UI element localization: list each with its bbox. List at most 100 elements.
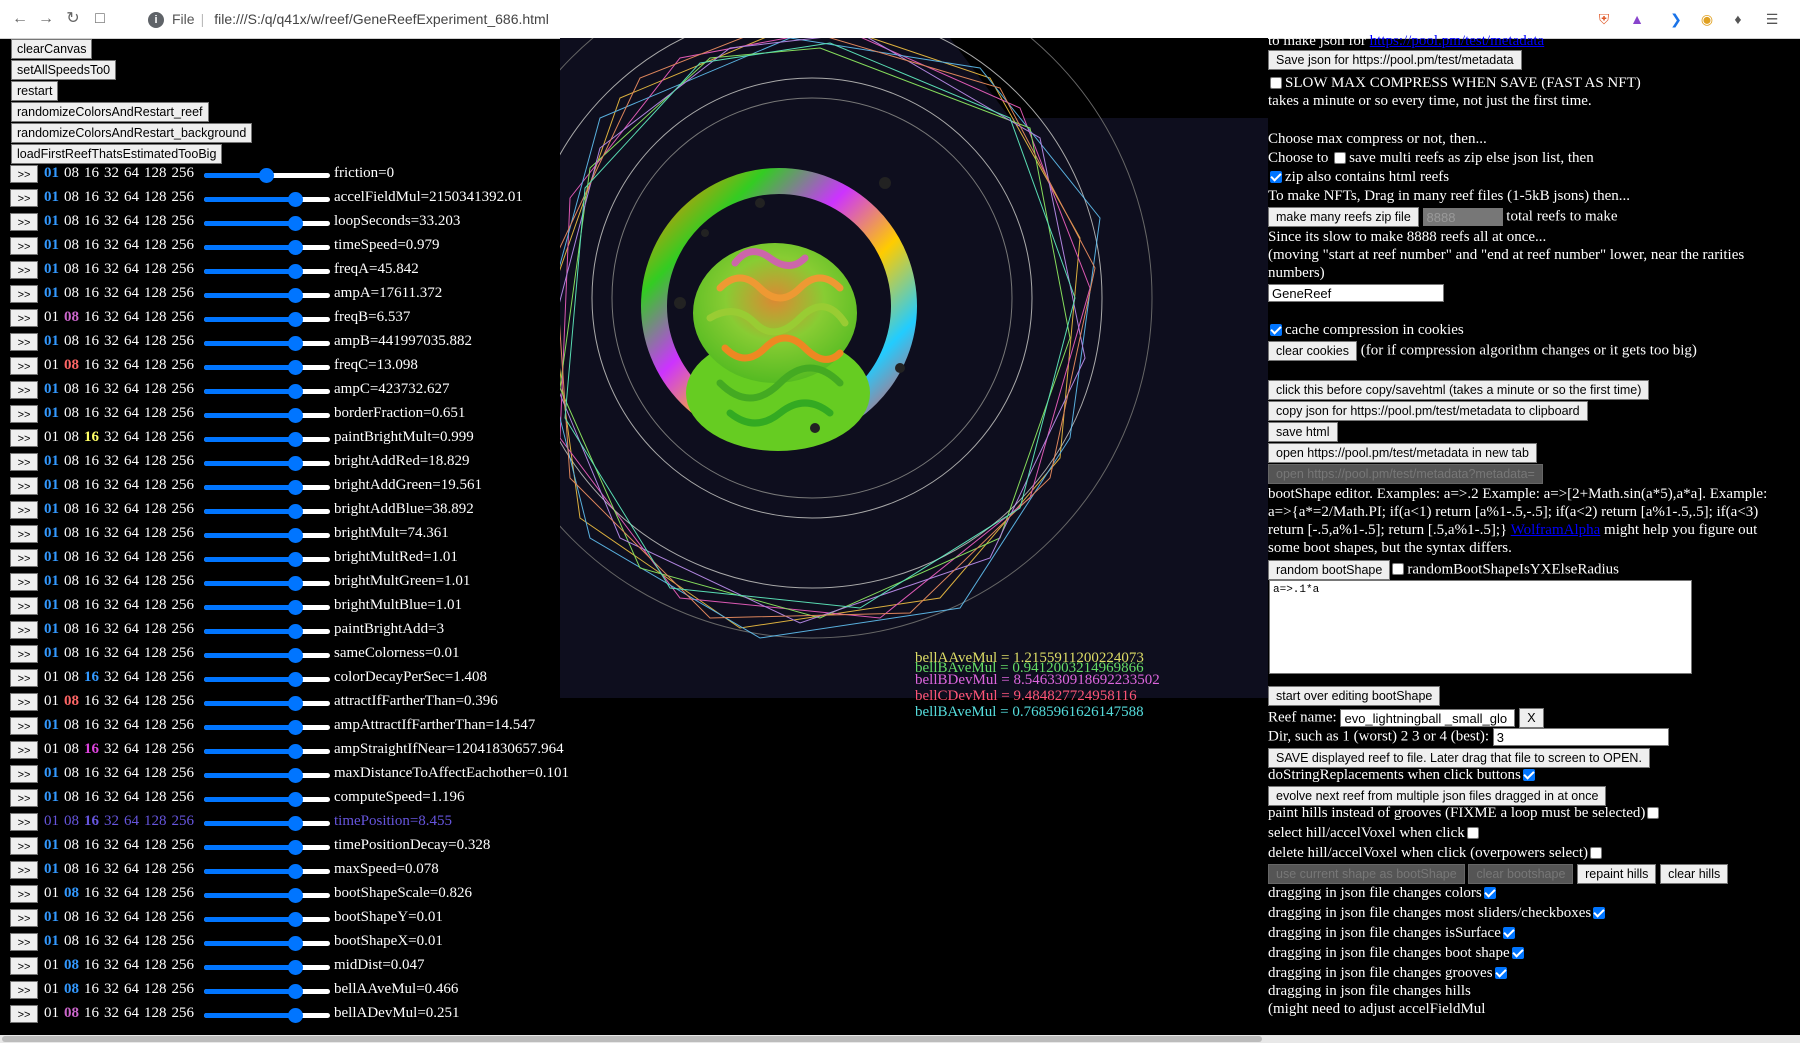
bit-toggle[interactable]: 128 <box>144 237 167 253</box>
bit-toggle[interactable]: 01 <box>44 621 59 637</box>
slider-go-button[interactable]: >> <box>10 981 38 999</box>
bit-toggle[interactable]: 16 <box>84 1005 99 1021</box>
save-html-button[interactable]: save html <box>1268 422 1338 442</box>
bit-toggle[interactable]: 64 <box>124 237 139 253</box>
repaint-hills-button[interactable]: repaint hills <box>1577 864 1657 884</box>
slider-track[interactable] <box>204 768 330 783</box>
paint-hills-checkbox[interactable] <box>1647 806 1660 819</box>
slider-thumb[interactable] <box>258 168 274 183</box>
bit-toggle[interactable]: 256 <box>172 357 195 373</box>
bit-toggle[interactable]: 32 <box>104 285 119 301</box>
bit-toggle[interactable]: 01 <box>44 165 59 181</box>
slider-thumb[interactable] <box>287 744 303 759</box>
slider-track[interactable] <box>204 504 330 519</box>
bit-toggle[interactable]: 32 <box>104 381 119 397</box>
bit-toggle[interactable]: 01 <box>44 837 59 853</box>
bit-toggle[interactable]: 128 <box>144 645 167 661</box>
slider-thumb[interactable] <box>287 528 303 543</box>
bootshape-textarea[interactable]: a=>.1*a <box>1269 580 1692 674</box>
bit-toggle[interactable]: 128 <box>144 189 167 205</box>
bit-toggle[interactable]: 01 <box>44 261 59 277</box>
bit-toggle[interactable]: 32 <box>104 933 119 949</box>
slider-track[interactable] <box>204 648 330 663</box>
bit-toggle[interactable]: 32 <box>104 237 119 253</box>
slider-track[interactable] <box>204 216 330 231</box>
bit-toggle[interactable]: 08 <box>64 309 79 325</box>
bit-toggle[interactable]: 128 <box>144 885 167 901</box>
bit-toggle[interactable]: 08 <box>64 885 79 901</box>
bit-toggle[interactable]: 256 <box>172 309 195 325</box>
bit-toggle[interactable]: 01 <box>44 741 59 757</box>
bit-toggle[interactable]: 64 <box>124 909 139 925</box>
bit-toggle[interactable]: 128 <box>144 285 167 301</box>
bit-toggle[interactable]: 256 <box>172 957 195 973</box>
randomize-reef-button[interactable]: randomizeColorsAndRestart_reef <box>11 102 209 122</box>
reef-name-clear-button[interactable]: X <box>1519 708 1544 728</box>
bit-toggle[interactable]: 32 <box>104 501 119 517</box>
slider-thumb[interactable] <box>287 432 303 447</box>
slider-track[interactable] <box>204 960 330 975</box>
cache-compression-checkbox[interactable] <box>1270 323 1282 336</box>
save-json-button[interactable]: Save json for https://pool.pm/test/metad… <box>1268 50 1522 70</box>
bit-toggle[interactable]: 32 <box>104 477 119 493</box>
bit-toggle[interactable]: 08 <box>64 381 79 397</box>
bit-toggle[interactable]: 01 <box>44 909 59 925</box>
bit-toggle[interactable]: 64 <box>124 453 139 469</box>
set-all-speeds-button[interactable]: setAllSpeedsTo0 <box>11 60 117 80</box>
bit-toggle[interactable]: 01 <box>44 549 59 565</box>
delete-hill-checkbox[interactable] <box>1590 846 1603 859</box>
bit-toggle[interactable]: 01 <box>44 765 59 781</box>
reef-name-input[interactable]: evo_lightningball _small_glo <box>1340 709 1516 727</box>
bit-toggle[interactable]: 16 <box>84 261 99 277</box>
slider-track[interactable] <box>204 576 330 591</box>
slider-thumb[interactable] <box>287 216 303 231</box>
slider-thumb[interactable] <box>287 192 303 207</box>
load-first-reef-button[interactable]: loadFirstReefThatsEstimatedTooBig <box>11 144 223 164</box>
slider-thumb[interactable] <box>287 504 303 519</box>
bit-toggle[interactable]: 08 <box>64 741 79 757</box>
bit-toggle[interactable]: 256 <box>172 213 195 229</box>
bit-toggle[interactable]: 16 <box>84 525 99 541</box>
slider-thumb[interactable] <box>287 696 303 711</box>
bit-toggle[interactable]: 32 <box>104 645 119 661</box>
bit-toggle[interactable]: 01 <box>44 981 59 997</box>
bit-toggle[interactable]: 32 <box>104 213 119 229</box>
slider-go-button[interactable]: >> <box>10 813 38 831</box>
slider-track[interactable] <box>204 864 330 879</box>
slider-go-button[interactable]: >> <box>10 381 38 399</box>
slider-thumb[interactable] <box>287 240 303 255</box>
bit-toggle[interactable]: 08 <box>64 597 79 613</box>
bit-toggle[interactable]: 128 <box>144 573 167 589</box>
slider-track[interactable] <box>204 936 330 951</box>
bit-toggle[interactable]: 32 <box>104 189 119 205</box>
bit-toggle[interactable]: 16 <box>84 357 99 373</box>
bit-toggle[interactable]: 16 <box>84 885 99 901</box>
slider-track[interactable] <box>204 168 330 183</box>
bit-toggle[interactable]: 16 <box>84 549 99 565</box>
slider-track[interactable] <box>204 840 330 855</box>
bit-toggle[interactable]: 32 <box>104 693 119 709</box>
bit-toggle[interactable]: 08 <box>64 693 79 709</box>
bit-toggle[interactable]: 64 <box>124 309 139 325</box>
bit-toggle[interactable]: 16 <box>84 573 99 589</box>
bit-toggle[interactable]: 01 <box>44 933 59 949</box>
slider-go-button[interactable]: >> <box>10 309 38 327</box>
slider-track[interactable] <box>204 336 330 351</box>
bit-toggle[interactable]: 08 <box>64 525 79 541</box>
make-zip-button[interactable]: make many reefs zip file <box>1268 207 1419 227</box>
drag-surface-checkbox[interactable] <box>1502 926 1515 939</box>
bit-toggle[interactable]: 08 <box>64 333 79 349</box>
slider-thumb[interactable] <box>287 384 303 399</box>
bit-toggle[interactable]: 256 <box>172 261 195 277</box>
slider-go-button[interactable]: >> <box>10 453 38 471</box>
bit-toggle[interactable]: 32 <box>104 741 119 757</box>
bit-toggle[interactable]: 01 <box>44 213 59 229</box>
bit-toggle[interactable]: 64 <box>124 861 139 877</box>
url-text[interactable]: file:///S:/q/q41x/w/reef/GeneReefExperim… <box>214 11 549 27</box>
menu-icon[interactable]: ☰ <box>1762 9 1782 29</box>
slider-track[interactable] <box>204 384 330 399</box>
bit-toggle[interactable]: 32 <box>104 621 119 637</box>
bit-toggle[interactable]: 01 <box>44 885 59 901</box>
clear-hills-button[interactable]: clear hills <box>1660 864 1729 884</box>
puzzle-icon[interactable]: ♦ <box>1728 9 1748 29</box>
